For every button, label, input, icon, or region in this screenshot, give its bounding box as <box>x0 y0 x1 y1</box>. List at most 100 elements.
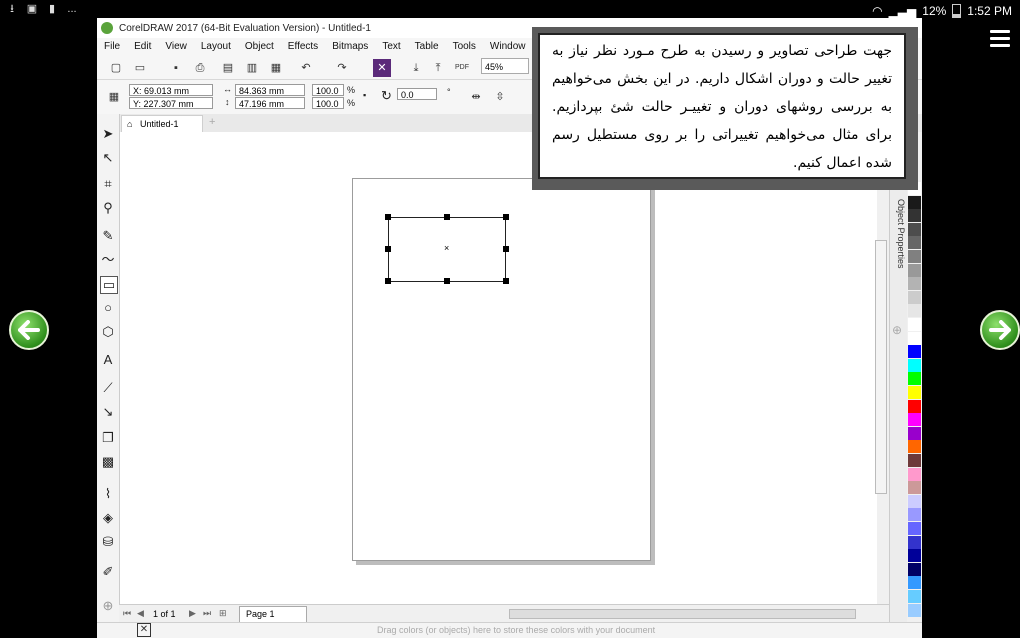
dimension-tool-icon[interactable]: ⟋ <box>100 380 116 396</box>
palette-swatch[interactable] <box>908 562 921 576</box>
palette-swatch[interactable] <box>908 222 921 236</box>
text-tool-icon[interactable]: A <box>100 352 116 368</box>
menu-table[interactable]: Table <box>415 41 439 52</box>
palette-swatch[interactable] <box>908 331 921 345</box>
palette-swatch[interactable] <box>908 250 921 263</box>
next-arrow-button[interactable] <box>980 310 1020 350</box>
add-tab-icon[interactable]: + <box>209 116 215 128</box>
menu-edit[interactable]: Edit <box>134 41 151 52</box>
crop-tool-icon[interactable]: ⌗ <box>100 176 116 192</box>
menu-effects[interactable]: Effects <box>288 41 318 52</box>
search-content-icon[interactable]: ✕ <box>373 59 391 77</box>
palette-swatch[interactable] <box>908 277 921 291</box>
palette-swatch[interactable] <box>908 290 921 304</box>
redo-icon[interactable]: ↷ <box>333 59 351 77</box>
vertical-scrollbar[interactable] <box>875 240 887 494</box>
horizontal-scrollbar[interactable] <box>509 609 856 619</box>
palette-swatch[interactable] <box>908 372 921 386</box>
mirror-vertical-icon[interactable]: ⇳ <box>491 88 509 106</box>
new-document-icon[interactable]: ▢ <box>107 59 125 77</box>
next-page-icon[interactable]: ▶ <box>189 608 196 619</box>
drop-shadow-icon[interactable]: ❐ <box>100 430 116 446</box>
rotation-angle-field[interactable]: 0.0 <box>397 88 437 100</box>
palette-swatch[interactable] <box>908 481 921 495</box>
menu-text[interactable]: Text <box>382 41 400 52</box>
palette-swatch[interactable] <box>908 522 921 535</box>
palette-swatch[interactable] <box>908 603 921 617</box>
add-page-icon[interactable]: ⊞ <box>219 608 227 619</box>
menu-icon[interactable] <box>990 30 1010 51</box>
polygon-tool-icon[interactable]: ⬡ <box>100 324 116 340</box>
previous-arrow-button[interactable] <box>9 310 49 350</box>
connector-tool-icon[interactable]: ↘ <box>100 404 116 420</box>
palette-swatch[interactable] <box>908 236 921 250</box>
import-icon[interactable]: ⤓ <box>407 59 425 77</box>
paste-icon[interactable]: ▦ <box>267 59 285 77</box>
menu-window[interactable]: Window <box>490 41 526 52</box>
palette-swatch[interactable] <box>908 549 921 563</box>
menu-tools[interactable]: Tools <box>453 41 476 52</box>
rectangle-tool-icon[interactable]: ▭ <box>100 276 118 294</box>
palette-swatch[interactable] <box>908 440 921 454</box>
eyedropper-icon[interactable]: ⌇ <box>100 486 116 502</box>
height-field[interactable]: 47.196 mm <box>235 97 305 109</box>
no-fill-icon[interactable]: ✕ <box>137 623 151 637</box>
zoom-level-field[interactable]: 45% <box>481 58 529 74</box>
docker-tab-label[interactable]: Object Properties <box>892 199 906 309</box>
selection-handle[interactable] <box>503 214 509 220</box>
palette-swatch[interactable] <box>908 535 921 549</box>
shape-tool-icon[interactable]: ↖ <box>100 150 116 166</box>
menu-object[interactable]: Object <box>245 41 274 52</box>
ellipse-tool-icon[interactable]: ○ <box>100 300 116 316</box>
zoom-tool-icon[interactable]: ⚲ <box>100 200 116 216</box>
y-position-field[interactable]: Y: 227.307 mm <box>129 97 213 109</box>
palette-swatch[interactable] <box>908 413 921 427</box>
object-origin-icon[interactable]: ▦ <box>105 88 123 106</box>
menu-file[interactable]: File <box>104 41 120 52</box>
lock-ratio-icon[interactable]: ▪ <box>363 90 366 100</box>
tab-untitled-1[interactable]: ⌂ Untitled-1 <box>121 115 203 132</box>
publish-pdf-icon[interactable]: PDF <box>453 59 471 77</box>
palette-swatch[interactable] <box>908 508 921 522</box>
copy-icon[interactable]: ▥ <box>243 59 261 77</box>
width-field[interactable]: 84.363 mm <box>235 84 305 96</box>
first-page-icon[interactable]: ⏮ <box>123 608 131 619</box>
selection-handle[interactable] <box>444 278 450 284</box>
palette-swatch[interactable] <box>908 590 921 603</box>
export-icon[interactable]: ⤒ <box>429 59 447 77</box>
last-page-icon[interactable]: ⏭ <box>203 608 211 619</box>
selection-handle[interactable] <box>444 214 450 220</box>
selected-rectangle[interactable]: × <box>385 214 509 284</box>
palette-swatch[interactable] <box>908 195 921 209</box>
x-position-field[interactable]: X: 69.013 mm <box>129 84 213 96</box>
artistic-media-icon[interactable]: 〜 <box>100 252 116 268</box>
palette-swatch[interactable] <box>908 358 921 372</box>
transparency-icon[interactable]: ▩ <box>100 454 116 470</box>
outline-pen-icon[interactable]: ✐ <box>100 564 116 580</box>
selection-handle[interactable] <box>503 246 509 252</box>
palette-swatch[interactable] <box>908 426 921 440</box>
selection-handle[interactable] <box>385 246 391 252</box>
page-tab[interactable]: Page 1 <box>239 606 307 623</box>
palette-swatch[interactable] <box>908 454 921 467</box>
undo-icon[interactable]: ↶ <box>297 59 315 77</box>
selection-handle[interactable] <box>385 214 391 220</box>
selection-handle[interactable] <box>503 278 509 284</box>
menu-bitmaps[interactable]: Bitmaps <box>332 41 368 52</box>
add-tool-icon[interactable]: ⊕ <box>100 598 116 614</box>
palette-swatch[interactable] <box>908 345 921 359</box>
selection-handle[interactable] <box>385 278 391 284</box>
smart-fill-icon[interactable]: ⛁ <box>100 534 116 550</box>
open-folder-icon[interactable]: ▭ <box>131 59 149 77</box>
scale-width-field[interactable]: 100.0 <box>312 84 344 96</box>
palette-swatch[interactable] <box>908 318 921 331</box>
palette-swatch[interactable] <box>908 467 921 481</box>
palette-swatch[interactable] <box>908 494 921 508</box>
palette-swatch[interactable] <box>908 304 921 318</box>
pick-tool-icon[interactable]: ➤ <box>100 126 116 142</box>
scale-height-field[interactable]: 100.0 <box>312 97 344 109</box>
add-docker-icon[interactable]: ⊕ <box>892 323 902 337</box>
menu-layout[interactable]: Layout <box>201 41 231 52</box>
cut-icon[interactable]: ▤ <box>219 59 237 77</box>
palette-swatch[interactable] <box>908 399 921 413</box>
